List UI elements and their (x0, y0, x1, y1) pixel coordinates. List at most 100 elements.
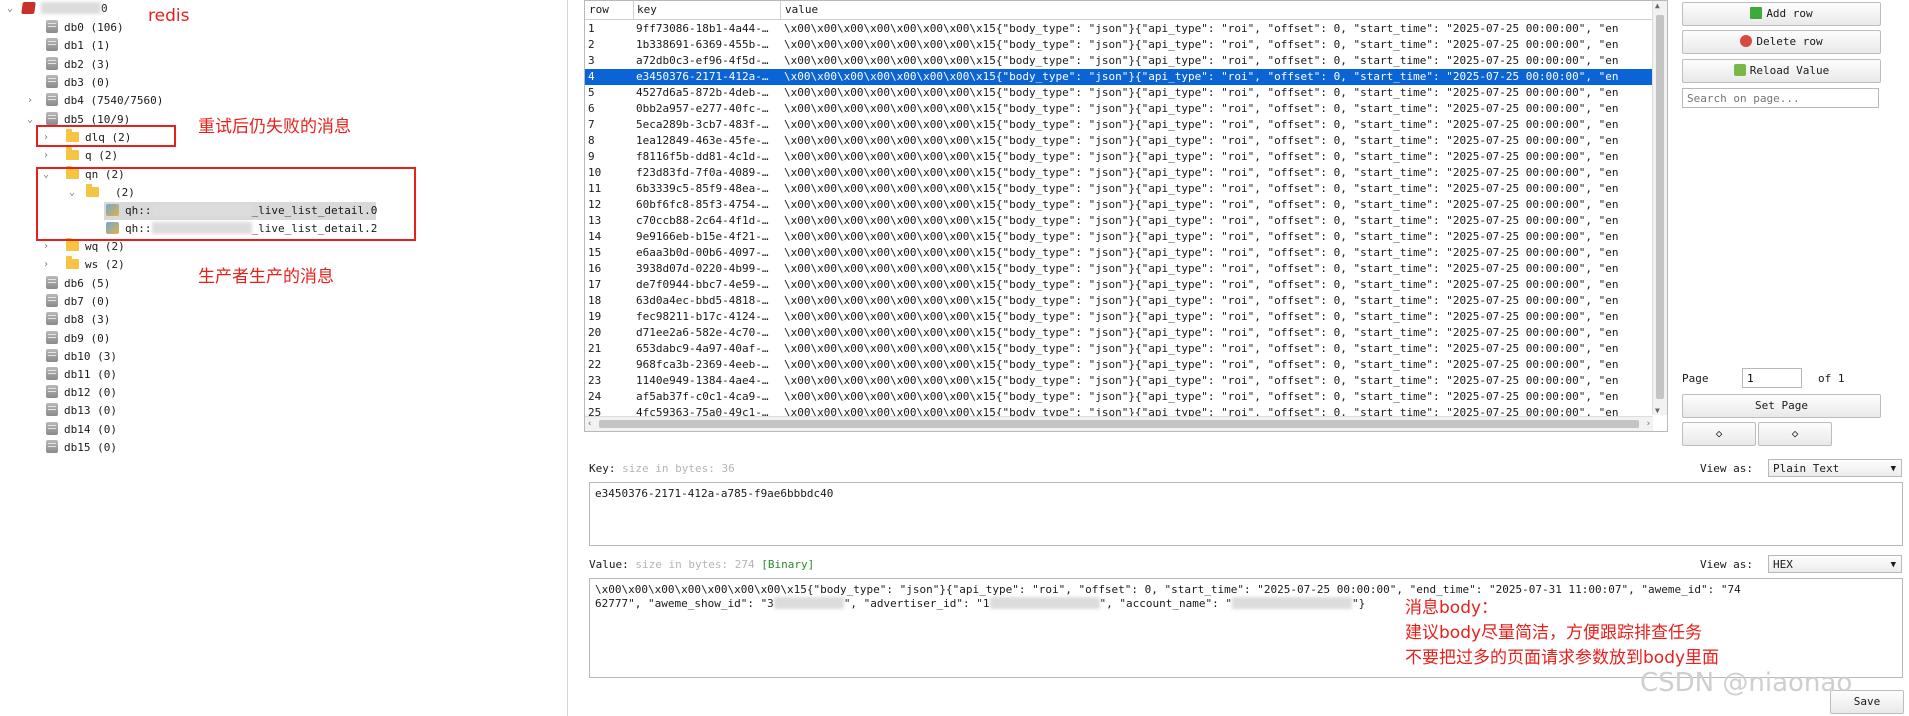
database-icon (46, 348, 58, 362)
row-number-cell: 15 (588, 246, 602, 259)
table-row[interactable]: 18 63d0a4ec-bbd5-4818-… \x00\x00\x00\x00\x… (585, 293, 1667, 309)
plus-icon (1750, 7, 1763, 19)
chevron-right-icon[interactable]: › (40, 256, 52, 274)
table-row[interactable]: 17 de7f0944-bbc7-4e59-… \x00\x00\x00\x00\x… (585, 277, 1667, 293)
add-row-button[interactable]: Add row (1682, 2, 1881, 26)
scroll-down-icon[interactable]: ▼ (1655, 406, 1660, 415)
key-cell: 1b338691-6369-455b-… (636, 38, 769, 51)
table-row[interactable]: 12 60bf6fc8-85f3-4754-… \x00\x00\x00\x00\x… (585, 197, 1667, 213)
table-row[interactable]: 14 9e9166eb-b15e-4f21-… \x00\x00\x00\x00\x… (585, 229, 1667, 245)
key-cell: 4527d6a5-872b-4deb-… (636, 86, 769, 99)
delete-row-button[interactable]: Delete row (1682, 30, 1881, 54)
folder-icon (66, 238, 79, 251)
table-row[interactable]: 21 653dabc9-4a97-40af-… \x00\x00\x00\x00\x… (585, 341, 1667, 357)
table-row[interactable]: 15 e6aa3b0d-00b6-4097-… \x00\x00\x00\x00\x… (585, 245, 1667, 261)
horizontal-scroll-thumb[interactable] (599, 420, 1639, 428)
table-row[interactable]: 9 f8116f5b-dd81-4c1d-… \x00\x00\x00\x00\x0… (585, 149, 1667, 165)
column-header-key[interactable]: key (633, 1, 781, 19)
value-cell: \x00\x00\x00\x00\x00\x00\x00\x15{"body_t… (784, 390, 1619, 403)
row-number-cell: 16 (588, 262, 602, 275)
binary-badge: [Binary] (761, 558, 815, 571)
key-cell: 6b3339c5-85f9-48ea-… (636, 182, 769, 195)
value-cell: \x00\x00\x00\x00\x00\x00\x00\x15{"body_t… (784, 86, 1619, 99)
key-editor-textarea[interactable]: e3450376-2171-412a-a785-f9ae6bbbdc40 (589, 482, 1903, 546)
table-row[interactable]: 13 c70ccb88-2c64-4f1d-… \x00\x00\x00\x00\x… (585, 213, 1667, 229)
table-row[interactable]: 8 1ea12849-463e-45fe-… \x00\x00\x00\x00\x0… (585, 133, 1667, 149)
row-number-cell: 18 (588, 294, 602, 307)
blurred-aweme-show-id (773, 597, 844, 609)
next-page-button[interactable]: ◇ (1758, 422, 1832, 446)
folder-icon (66, 256, 79, 269)
database-icon (46, 312, 58, 326)
table-row[interactable]: 4 e3450376-2171-412a-… \x00\x00\x00\x00\x0… (585, 69, 1667, 85)
row-number-cell: 14 (588, 230, 602, 243)
value-cell: \x00\x00\x00\x00\x00\x00\x00\x15{"body_t… (784, 342, 1619, 355)
key-cell: a72db0c3-ef96-4f5d-… (636, 54, 769, 67)
table-row[interactable]: 7 5eca289b-3cb7-483f-… \x00\x00\x00\x00\x0… (585, 117, 1667, 133)
value-cell: \x00\x00\x00\x00\x00\x00\x00\x15{"body_t… (784, 294, 1619, 307)
key-cell: 60bf6fc8-85f3-4754-… (636, 198, 769, 211)
chevron-down-icon[interactable]: ⌄ (24, 111, 36, 129)
table-row[interactable]: 1 9ff73086-18b1-4a44-… \x00\x00\x00\x00\x0… (585, 21, 1667, 37)
row-number-cell: 2 (588, 38, 595, 51)
key-cell: de7f0944-bbc7-4e59-… (636, 278, 769, 291)
blurred-connection-name (41, 2, 101, 14)
table-row[interactable]: 2 1b338691-6369-455b-… \x00\x00\x00\x00\x0… (585, 37, 1667, 53)
scroll-right-icon[interactable]: › (1646, 417, 1651, 431)
value-view-as-select[interactable]: HEX ▼ (1768, 555, 1902, 573)
column-header-row[interactable]: row (585, 1, 634, 19)
database-icon (46, 403, 58, 417)
row-number-cell: 22 (588, 358, 602, 371)
table-row[interactable]: 20 d71ee2a6-582e-4c70-… \x00\x00\x00\x00\x… (585, 325, 1667, 341)
set-page-button[interactable]: Set Page (1682, 394, 1881, 418)
chevron-right-icon[interactable]: › (40, 147, 52, 165)
table-row[interactable]: 10 f23d83fd-7f0a-4089-… \x00\x00\x00\x00\x… (585, 165, 1667, 181)
table-row[interactable]: 24 af5ab37f-c0c1-4ca9-… \x00\x00\x00\x00\x… (585, 389, 1667, 405)
annotation-failed-messages: 重试后仍失败的消息 (198, 117, 351, 137)
table-row[interactable]: 22 968fca3b-2369-4eeb-… \x00\x00\x00\x00\x… (585, 357, 1667, 373)
table-row[interactable]: 11 6b3339c5-85f9-48ea-… \x00\x00\x00\x00\x… (585, 181, 1667, 197)
table-row[interactable]: 23 1140e949-1384-4ae4-… \x00\x00\x00\x00\x… (585, 373, 1667, 389)
blurred-advertiser-id (989, 597, 1100, 609)
chevron-down-icon: ▼ (1890, 464, 1896, 474)
table-row[interactable]: 3 a72db0c3-ef96-4f5d-… \x00\x00\x00\x00\x0… (585, 53, 1667, 69)
page-number-input[interactable] (1742, 368, 1802, 388)
value-cell: \x00\x00\x00\x00\x00\x00\x00\x15{"body_t… (784, 118, 1619, 131)
database-icon (46, 56, 58, 70)
chevron-down-icon[interactable]: ⌄ (4, 0, 16, 18)
table-row[interactable]: 6 0bb2a957-e277-40fc-… \x00\x00\x00\x00\x0… (585, 101, 1667, 117)
scroll-left-icon[interactable]: ‹ (587, 417, 592, 431)
row-number-cell: 24 (588, 390, 602, 403)
reload-value-button[interactable]: Reload Value (1682, 59, 1881, 83)
table-row[interactable]: 16 3938d07d-0220-4b99-… \x00\x00\x00\x00\x… (585, 261, 1667, 277)
key-cell: 0bb2a957-e277-40fc-… (636, 102, 769, 115)
table-row[interactable]: 19 fec98211-b17c-4124-… \x00\x00\x00\x00\x… (585, 309, 1667, 325)
scroll-up-icon[interactable]: ▲ (1655, 1, 1660, 10)
row-number-cell: 7 (588, 118, 595, 131)
column-header-value[interactable]: value (781, 1, 1665, 19)
row-number-cell: 5 (588, 86, 595, 99)
reload-icon (1733, 64, 1746, 76)
key-cell: f23d83fd-7f0a-4089-… (636, 166, 769, 179)
minus-circle-icon (1740, 35, 1753, 47)
vertical-scrollbar[interactable]: ▲ ▼ (1652, 1, 1667, 415)
chevron-right-icon[interactable]: › (24, 92, 36, 110)
horizontal-scrollbar[interactable]: ‹ › (585, 416, 1653, 431)
vertical-scroll-thumb[interactable] (1656, 15, 1664, 399)
value-line-1: \x00\x00\x00\x00\x00\x00\x00\x15{"body_t… (595, 583, 1741, 596)
row-number-cell: 1 (588, 22, 595, 35)
value-cell: \x00\x00\x00\x00\x00\x00\x00\x15{"body_t… (784, 358, 1619, 371)
value-cell: \x00\x00\x00\x00\x00\x00\x00\x15{"body_t… (784, 374, 1619, 387)
previous-page-button[interactable]: ◇ (1682, 422, 1756, 446)
search-on-page-input[interactable] (1682, 88, 1879, 108)
annotation-redis: redis (148, 6, 190, 26)
value-table: row key value 1 9ff73086-18b1-4a44-… \x00\… (584, 0, 1668, 432)
key-cell: 968fca3b-2369-4eeb-… (636, 358, 769, 371)
key-cell: 63d0a4ec-bbd5-4818-… (636, 294, 769, 307)
key-view-as-select[interactable]: Plain Text ▼ (1768, 459, 1902, 477)
table-row[interactable]: 5 4527d6a5-872b-4deb-… \x00\x00\x00\x00\x0… (585, 85, 1667, 101)
row-number-cell: 11 (588, 182, 602, 195)
database-icon (46, 111, 58, 125)
value-cell: \x00\x00\x00\x00\x00\x00\x00\x15{"body_t… (784, 310, 1619, 323)
blurred-account-name (1231, 597, 1352, 609)
